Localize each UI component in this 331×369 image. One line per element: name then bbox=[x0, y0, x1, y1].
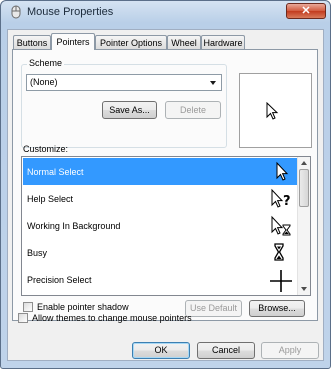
window-title: Mouse Properties bbox=[27, 6, 114, 18]
scheme-dropdown[interactable]: (None) bbox=[26, 74, 222, 91]
checkbox-box[interactable] bbox=[23, 302, 33, 312]
pointer-preview bbox=[239, 73, 312, 148]
list-item-label: Precision Select bbox=[27, 275, 92, 285]
scheme-value: (None) bbox=[30, 77, 58, 87]
list-item-label: Working In Background bbox=[27, 221, 121, 231]
arrow-icon bbox=[276, 161, 289, 181]
scroll-thumb[interactable] bbox=[299, 169, 309, 207]
tab-buttons[interactable]: Buttons bbox=[13, 35, 51, 49]
pointers-panel: Scheme (None) Save As... Delete Customiz… bbox=[12, 49, 318, 321]
list-item[interactable]: Normal Select bbox=[23, 158, 299, 185]
scroll-down-icon[interactable] bbox=[299, 284, 309, 294]
help-cursor-icon: ? bbox=[271, 188, 291, 209]
tab-hardware[interactable]: Hardware bbox=[201, 35, 245, 49]
title-bar[interactable]: Mouse Properties ✕ bbox=[1, 1, 330, 25]
svg-text:?: ? bbox=[283, 194, 291, 209]
tab-wheel[interactable]: Wheel bbox=[167, 35, 201, 49]
mouse-properties-window: Mouse Properties ✕ Buttons Pointers Poin… bbox=[0, 0, 331, 369]
chevron-down-icon bbox=[210, 81, 216, 85]
close-button[interactable]: ✕ bbox=[286, 3, 326, 19]
apply-button[interactable]: Apply bbox=[261, 342, 319, 359]
hourglass-icon bbox=[274, 243, 284, 261]
delete-button[interactable]: Delete bbox=[165, 101, 221, 119]
browse-button[interactable]: Browse... bbox=[249, 300, 305, 317]
list-item-label: Busy bbox=[27, 248, 48, 258]
cancel-button[interactable]: Cancel bbox=[197, 342, 255, 359]
scroll-up-icon[interactable] bbox=[299, 158, 309, 168]
use-default-button[interactable]: Use Default bbox=[185, 300, 242, 317]
list-item-label: Help Select bbox=[27, 194, 74, 204]
mouse-icon bbox=[11, 5, 21, 19]
list-item[interactable]: Working In Background bbox=[23, 212, 299, 239]
customize-label: Customize: bbox=[23, 144, 69, 154]
dialog-client: Buttons Pointers Pointer Options Wheel H… bbox=[7, 29, 324, 361]
tab-pointer-options[interactable]: Pointer Options bbox=[95, 35, 167, 49]
list-item[interactable]: Precision Select bbox=[23, 266, 299, 293]
list-scrollbar[interactable] bbox=[297, 157, 310, 295]
list-item[interactable]: Busy bbox=[23, 239, 299, 266]
crosshair-icon bbox=[270, 270, 292, 292]
close-icon: ✕ bbox=[301, 5, 311, 17]
list-item-label: Normal Select bbox=[27, 167, 84, 177]
cursor-list[interactable]: Normal Select Help Select ? Working In B… bbox=[21, 156, 311, 296]
scheme-label: Scheme bbox=[27, 58, 65, 68]
scheme-group: Scheme (None) Save As... Delete bbox=[21, 58, 227, 148]
ok-button[interactable]: OK bbox=[132, 342, 190, 359]
allow-themes-label: Allow themes to change mouse pointers bbox=[32, 313, 192, 323]
pointer-shadow-label: Enable pointer shadow bbox=[37, 302, 129, 312]
checkbox-box[interactable] bbox=[18, 313, 28, 323]
list-item[interactable]: Help Select ? bbox=[23, 185, 299, 212]
working-cursor-icon bbox=[271, 215, 291, 236]
tab-pointers[interactable]: Pointers bbox=[51, 33, 95, 50]
arrow-icon bbox=[266, 102, 279, 120]
save-as-button[interactable]: Save As... bbox=[102, 101, 157, 119]
